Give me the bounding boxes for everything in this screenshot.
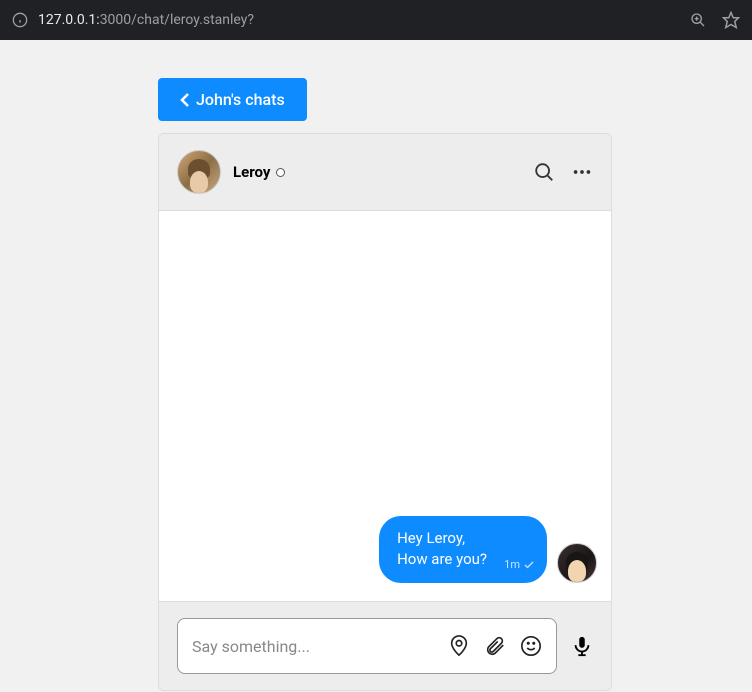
status-indicator-offline	[276, 168, 285, 177]
message-time: 1m	[504, 557, 520, 573]
more-options-icon[interactable]	[571, 161, 593, 183]
check-icon	[523, 559, 535, 571]
emoji-icon[interactable]	[520, 635, 542, 657]
back-to-chats-button[interactable]: John's chats	[158, 78, 307, 121]
microphone-icon[interactable]	[571, 635, 593, 657]
message-input[interactable]	[192, 637, 436, 656]
chat-header: Leroy	[159, 134, 611, 211]
chevron-left-icon	[180, 92, 190, 108]
zoom-icon[interactable]	[690, 11, 706, 29]
location-pin-icon[interactable]	[448, 635, 470, 657]
info-icon	[12, 12, 28, 28]
message-line: How are you?	[397, 549, 487, 571]
chat-panel: Leroy Hey Leroy, How are you? 1m	[158, 133, 612, 691]
contact-name: Leroy	[233, 163, 285, 181]
outgoing-message-bubble[interactable]: Hey Leroy, How are you? 1m	[379, 516, 547, 584]
back-button-label: John's chats	[196, 90, 285, 109]
url-text: 127.0.0.1:3000/chat/leroy.stanley?	[38, 12, 680, 28]
message-row: Hey Leroy, How are you? 1m	[379, 516, 597, 584]
bookmark-star-icon[interactable]	[722, 11, 740, 29]
message-input-container[interactable]	[177, 618, 557, 674]
browser-url-bar[interactable]: 127.0.0.1:3000/chat/leroy.stanley?	[0, 0, 752, 40]
search-icon[interactable]	[533, 161, 555, 183]
contact-avatar[interactable]	[177, 150, 221, 194]
chat-composer	[159, 601, 611, 690]
attachment-icon[interactable]	[484, 635, 506, 657]
chat-messages-area: Hey Leroy, How are you? 1m	[159, 211, 611, 601]
message-meta: 1m	[504, 557, 535, 573]
sender-avatar[interactable]	[557, 543, 597, 583]
message-line: Hey Leroy,	[397, 528, 487, 550]
